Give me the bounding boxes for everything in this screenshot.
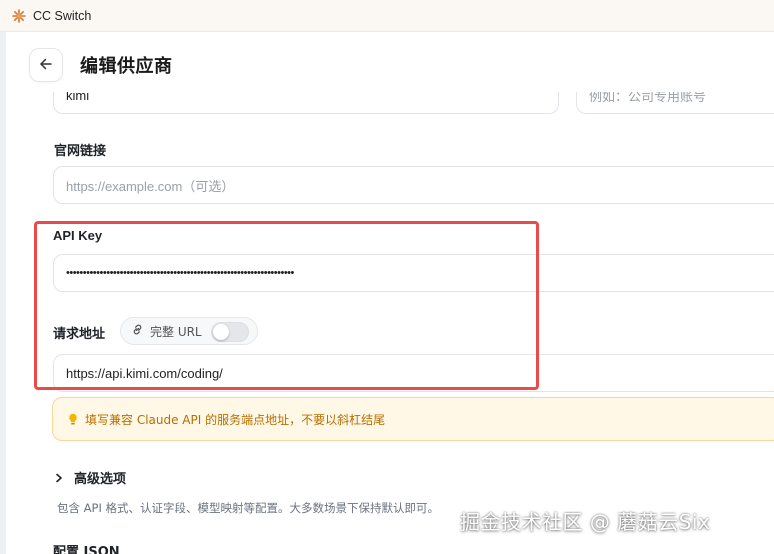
arrow-left-icon [39, 56, 53, 75]
notes-input[interactable]: 例如：公司专用账号 [576, 92, 774, 114]
endpoint-tip: 填写兼容 Claude API 的服务端点地址，不要以斜杠结尾 [52, 397, 774, 441]
advanced-options-toggle[interactable]: 高级选项 [54, 468, 126, 487]
chevron-right-icon [54, 473, 64, 483]
provider-name-input[interactable]: kimi [53, 92, 559, 114]
advanced-options-desc: 包含 API 格式、认证字段、模型映射等配置。大多数场景下保持默认即可。 [57, 501, 440, 515]
website-input[interactable]: https://example.com（可选） [53, 166, 774, 204]
website-label: 官网链接 [54, 144, 107, 159]
advanced-options-label: 高级选项 [74, 472, 127, 487]
config-json-label: 配置 JSON [53, 545, 120, 554]
website-placeholder: https://example.com（可选） [66, 178, 235, 194]
app-title: CC Switch [33, 8, 92, 23]
provider-name-value: kimi [66, 92, 90, 103]
provider-form: kimi 例如：公司专用账号 官网链接 https://example.com（… [6, 92, 774, 554]
lightbulb-icon [67, 413, 79, 426]
notes-placeholder: 例如：公司专用账号 [589, 92, 707, 104]
tip-text: 填写兼容 Claude API 的服务端点地址，不要以斜杠结尾 [85, 412, 386, 427]
red-highlight-box [34, 221, 539, 390]
sunburst-logo-icon [12, 8, 26, 23]
page-title: 编辑供应商 [80, 56, 173, 77]
back-button[interactable] [29, 48, 63, 82]
window-titlebar: CC Switch [0, 0, 774, 32]
watermark: 掘金技术社区 @ 蘑菇云Six [460, 510, 711, 534]
page-header: 编辑供应商 [6, 32, 774, 92]
